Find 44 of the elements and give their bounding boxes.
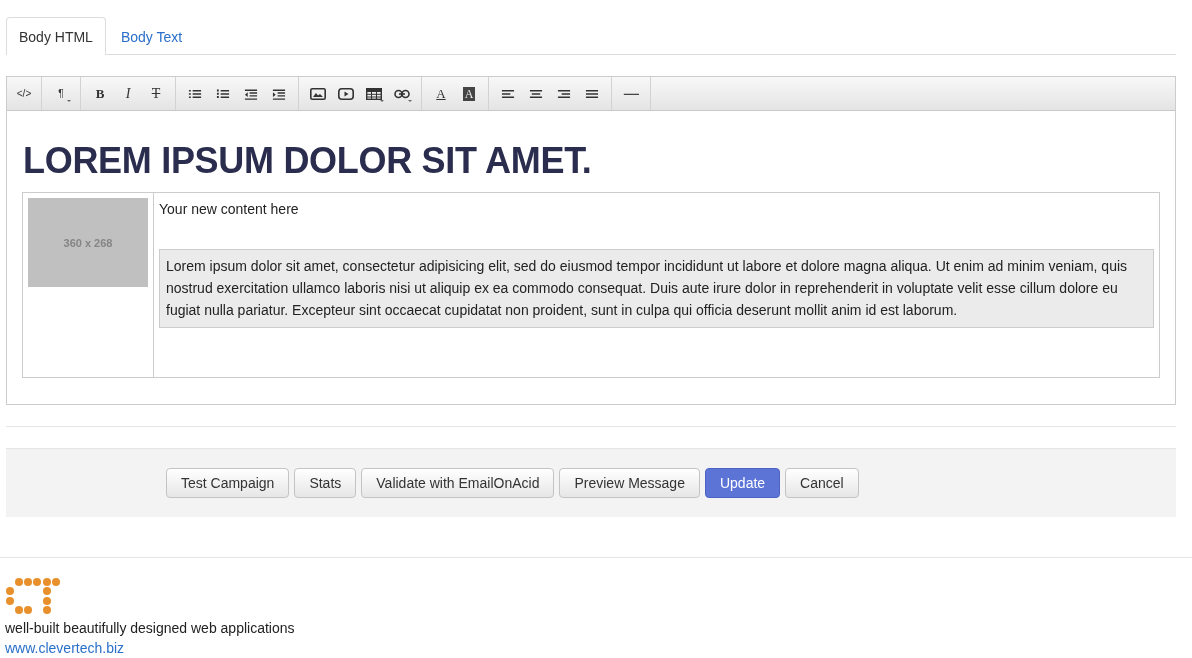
bold-icon: B (95, 87, 105, 100)
highlight-icon: A (462, 86, 476, 101)
align-center-icon (529, 87, 543, 100)
website-link[interactable]: www.clevertech.biz (5, 638, 125, 658)
align-right-icon (557, 87, 571, 100)
code-icon: </> (16, 88, 32, 99)
toolbar-button[interactable]: A (455, 77, 483, 110)
toolbar-button[interactable]: B (86, 77, 114, 110)
link-icon (394, 88, 410, 99)
outdent-icon (244, 87, 258, 100)
logo-icon (5, 578, 61, 615)
text-color-icon: A (436, 87, 446, 100)
tagline: well-built beautifully designed web applications (5, 619, 295, 638)
action-button[interactable]: Test Campaign (166, 468, 290, 498)
action-button[interactable]: Cancel (785, 468, 859, 498)
indent-icon (272, 87, 286, 100)
caret-icon (408, 99, 412, 102)
caret-icon (67, 99, 71, 102)
content-title: Your new content here (159, 201, 300, 217)
action-button[interactable]: Update (704, 468, 781, 498)
justify-icon (585, 87, 599, 100)
tab[interactable]: Body HTML (6, 17, 106, 55)
strikethrough-icon: T (151, 86, 161, 101)
toolbar-button[interactable]: </> (10, 77, 38, 110)
toolbar-button[interactable]: T (142, 77, 170, 110)
action-button[interactable]: Stats (294, 468, 357, 498)
image-size-label: 360 x 268 (63, 236, 113, 249)
italic-icon: I (125, 86, 131, 101)
play-icon (338, 87, 354, 100)
table-icon (366, 87, 382, 100)
tab[interactable]: Body Text (107, 17, 196, 55)
content-paragraph: Lorem ipsum dolor sit amet, consectetur adipisicing elit, sed do eiusmod tempor incididunt ut labore et dolore magna aliqua. Ut enim ad minim veniam, quis nostrud exercitation ullamco laboris nisi ut aliquip ex ea commodo consequat. Duis aute irure dolor in reprehenderit in voluptate velit esse cillum dolore eu fugiat nulla pariatur. Excepteur sint occaecat cupidatat non proident, sunt in culpa qui officia deserunt mollit anim id est laborum. (159, 249, 1154, 328)
caret-icon (380, 99, 384, 102)
toolbar-button[interactable]: ¶ (47, 77, 75, 110)
numbered-list-icon (216, 87, 230, 100)
paragraph-icon: ¶ (58, 88, 64, 99)
toolbar-button[interactable]: I (114, 77, 142, 110)
image-icon (310, 87, 326, 100)
action-button[interactable]: Validate with EmailOnAcid (361, 468, 555, 498)
bullet-list-icon (188, 87, 202, 100)
action-button[interactable]: Preview Message (559, 468, 700, 498)
toolbar-button[interactable]: A (427, 77, 455, 110)
align-left-icon (501, 87, 515, 100)
heading: LOREM IPSUM DOLOR SIT AMET. (23, 141, 593, 181)
